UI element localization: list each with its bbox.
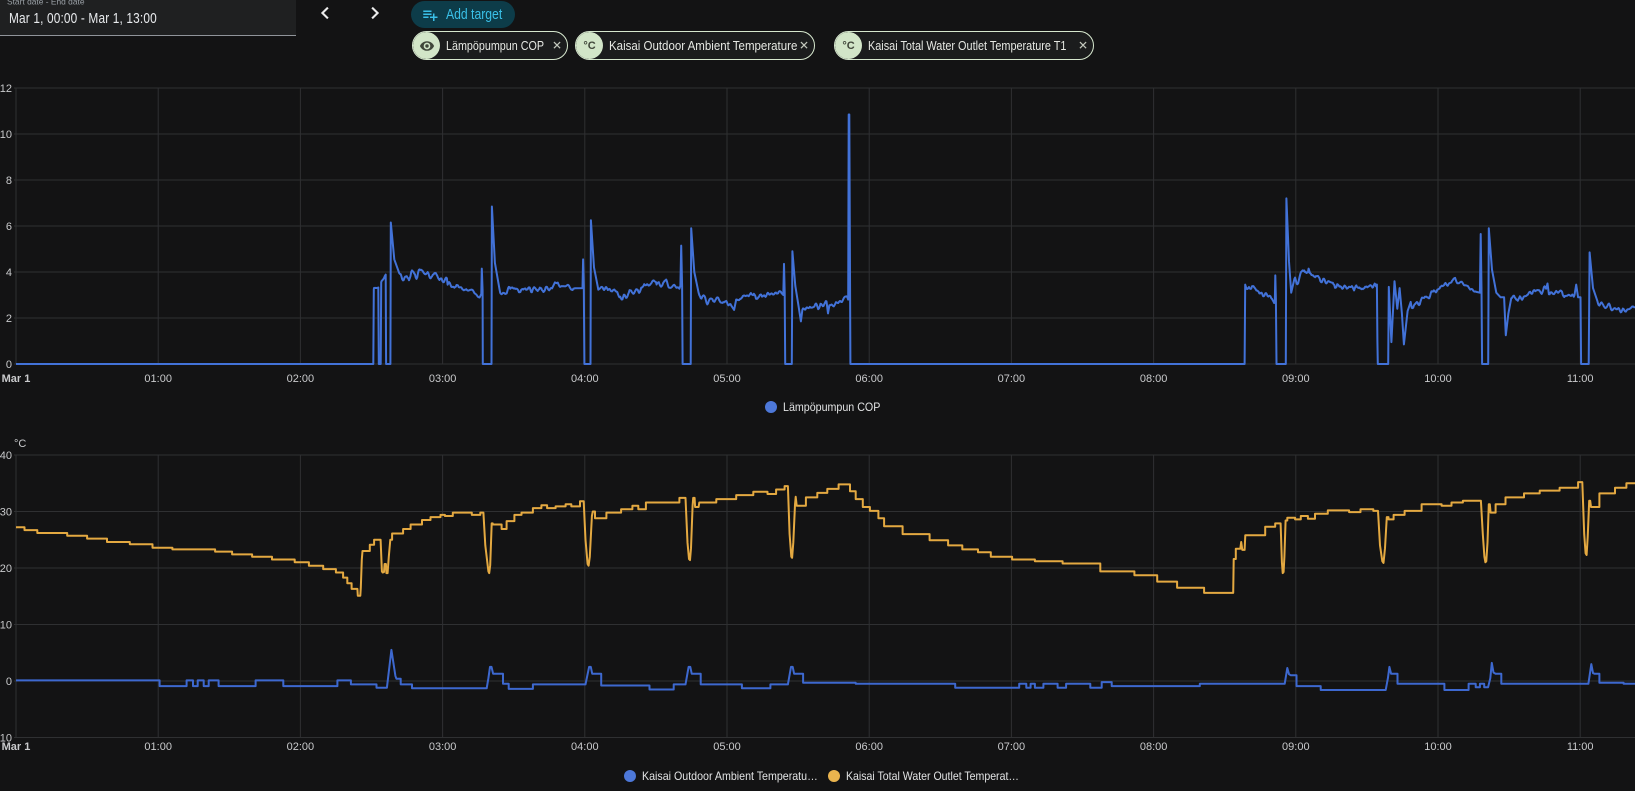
svg-text:02:00: 02:00: [287, 373, 315, 385]
svg-text:04:00: 04:00: [571, 741, 599, 753]
svg-text:0: 0: [6, 359, 12, 371]
svg-text:°C: °C: [14, 438, 26, 450]
svg-text:06:00: 06:00: [855, 741, 883, 753]
svg-text:09:00: 09:00: [1282, 373, 1310, 385]
svg-text:11:00: 11:00: [1567, 741, 1594, 753]
svg-text:08:00: 08:00: [1140, 741, 1168, 753]
svg-text:03:00: 03:00: [429, 373, 457, 385]
svg-text:09:00: 09:00: [1282, 741, 1310, 753]
svg-text:0: 0: [6, 676, 12, 688]
svg-text:2: 2: [6, 313, 12, 325]
svg-text:05:00: 05:00: [713, 373, 741, 385]
svg-text:30: 30: [0, 507, 12, 519]
svg-text:01:00: 01:00: [144, 373, 172, 385]
svg-text:40: 40: [0, 450, 12, 462]
svg-text:10: 10: [0, 129, 12, 141]
svg-text:02:00: 02:00: [287, 741, 315, 753]
svg-text:Mar 1: Mar 1: [2, 373, 31, 385]
svg-text:12: 12: [0, 83, 12, 95]
svg-text:10: 10: [0, 620, 12, 632]
svg-text:03:00: 03:00: [429, 741, 457, 753]
svg-text:4: 4: [6, 267, 12, 279]
svg-text:07:00: 07:00: [998, 373, 1026, 385]
svg-text:05:00: 05:00: [713, 741, 741, 753]
svg-text:Mar 1: Mar 1: [2, 741, 31, 753]
svg-text:8: 8: [6, 175, 12, 187]
svg-text:06:00: 06:00: [855, 373, 883, 385]
svg-text:04:00: 04:00: [571, 373, 599, 385]
svg-text:10:00: 10:00: [1424, 373, 1452, 385]
svg-text:10:00: 10:00: [1424, 741, 1452, 753]
svg-text:11:00: 11:00: [1567, 373, 1594, 385]
svg-text:6: 6: [6, 221, 12, 233]
svg-text:07:00: 07:00: [998, 741, 1026, 753]
svg-text:01:00: 01:00: [144, 741, 172, 753]
svg-text:08:00: 08:00: [1140, 373, 1168, 385]
svg-text:20: 20: [0, 563, 12, 575]
